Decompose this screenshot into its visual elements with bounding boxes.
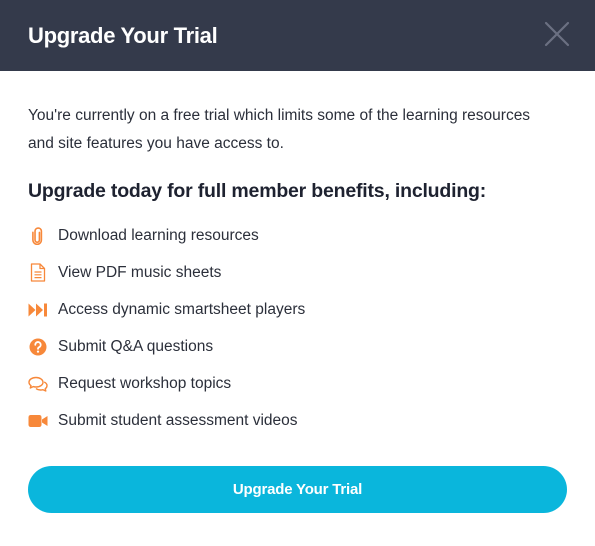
list-item: Submit Q&A questions (28, 328, 567, 365)
list-item: Submit student assessment videos (28, 402, 567, 439)
list-item: Request workshop topics (28, 365, 567, 402)
upgrade-trial-modal: Upgrade Your Trial You're currently on a… (0, 0, 595, 546)
upgrade-trial-button[interactable]: Upgrade Your Trial (28, 466, 567, 513)
close-icon (544, 21, 570, 47)
feature-label: Submit student assessment videos (58, 411, 298, 429)
modal-body: You're currently on a free trial which l… (0, 71, 595, 439)
feature-label: Access dynamic smartsheet players (58, 300, 306, 318)
paperclip-icon (28, 226, 48, 246)
benefits-heading: Upgrade today for full member benefits, … (28, 180, 487, 202)
benefits-list: Download learning resources View PDF mus… (28, 217, 567, 439)
fast-forward-icon (28, 300, 48, 320)
document-icon (28, 263, 48, 283)
feature-label: Submit Q&A questions (58, 337, 214, 355)
chat-bubbles-icon (28, 374, 48, 394)
list-item: Access dynamic smartsheet players (28, 291, 567, 328)
feature-label: Request workshop topics (58, 374, 232, 392)
video-camera-icon (28, 411, 48, 431)
list-item: View PDF music sheets (28, 254, 567, 291)
list-item: Download learning resources (28, 217, 567, 254)
close-button[interactable] (543, 20, 571, 48)
intro-text: You're currently on a free trial which l… (28, 107, 531, 152)
modal-header: Upgrade Your Trial (0, 0, 595, 71)
feature-label: Download learning resources (58, 226, 259, 244)
question-circle-icon (28, 337, 48, 357)
feature-label: View PDF music sheets (58, 263, 222, 281)
modal-title: Upgrade Your Trial (28, 22, 218, 48)
